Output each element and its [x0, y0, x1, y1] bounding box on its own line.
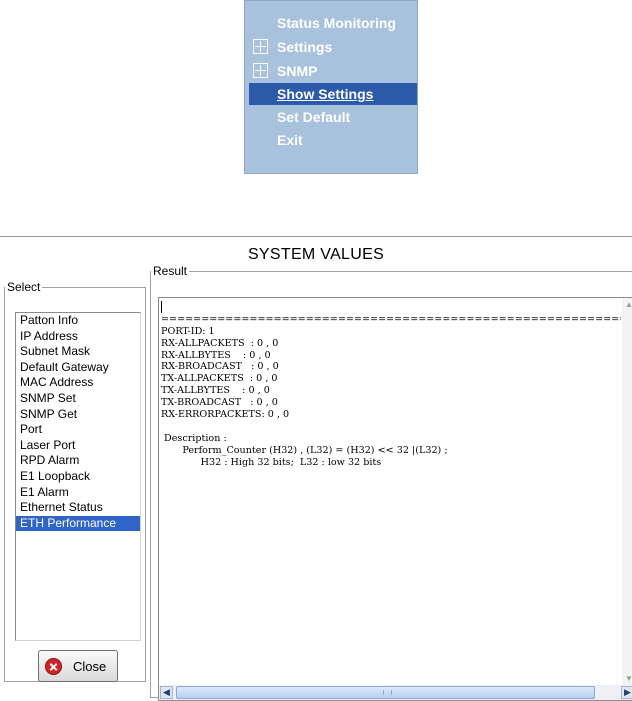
menu-item-exit[interactable]: Exit: [249, 129, 417, 151]
horizontal-scroll-thumb[interactable]: [176, 686, 595, 699]
result-line: TX-ALLBYTES : 0 , 0: [161, 385, 270, 397]
scroll-left-icon[interactable]: ◀: [160, 686, 173, 699]
select-list-item[interactable]: Default Gateway: [16, 360, 140, 376]
menu-item-label: SNMP: [277, 63, 318, 79]
vertical-scrollbar[interactable]: ▲ ▼: [622, 298, 632, 685]
select-list-item[interactable]: Patton Info: [16, 313, 140, 329]
expand-plus-icon[interactable]: [253, 63, 268, 78]
select-list-item[interactable]: RPD Alarm: [16, 453, 140, 469]
select-list-item[interactable]: Ethernet Status: [16, 500, 140, 516]
result-line: RX-ALLPACKETS : 0 , 0: [161, 337, 279, 349]
menu-item-label: Settings: [277, 39, 333, 55]
result-line: RX-ALLBYTES : 0 , 0: [161, 349, 271, 361]
select-list-item[interactable]: Port: [16, 422, 140, 438]
menu-item-show-settings[interactable]: Show Settings: [249, 83, 417, 105]
select-list-item[interactable]: SNMP Set: [16, 391, 140, 407]
result-line: TX-ALLPACKETS : 0 , 0: [161, 373, 278, 385]
menu-item-settings[interactable]: Settings: [249, 36, 417, 58]
select-list-item[interactable]: IP Address: [16, 329, 140, 345]
result-line: [161, 421, 621, 433]
select-list-item[interactable]: ETH Performance: [16, 515, 140, 532]
close-x-icon: [45, 658, 62, 675]
dialog-title: SYSTEM VALUES: [247, 246, 385, 263]
system-values-dialog: SYSTEM VALUES Select Patton Info IP Addre…: [0, 236, 632, 701]
result-line: [161, 302, 621, 314]
scroll-up-icon[interactable]: ▲: [625, 300, 632, 309]
result-line: ========================================…: [161, 313, 621, 325]
result-line: Perform_Counter (H32) , (L32) = (H32) <<…: [161, 444, 448, 456]
result-line: H32 : High 32 bits; L32 : low 32 bits: [161, 456, 382, 468]
menu-item-label: Set Default: [277, 109, 351, 125]
select-list-item[interactable]: Laser Port: [16, 438, 140, 454]
result-textarea[interactable]: ========================================…: [158, 297, 632, 701]
select-group: Select Patton Info IP Address Subnet Mask D…: [4, 280, 146, 682]
result-line: PORT-ID: 1: [161, 325, 215, 337]
menu-item-label: Show Settings: [277, 86, 374, 102]
expand-plus-icon[interactable]: [253, 39, 268, 54]
grip-icon: [382, 690, 392, 695]
main-menu: Status Monitoring Settings SNMP Show Set…: [244, 0, 418, 174]
menu-item-status-monitoring[interactable]: Status Monitoring: [249, 12, 417, 34]
menu-item-label: Exit: [277, 132, 303, 148]
close-button-label: Close: [73, 659, 107, 674]
close-button[interactable]: Close: [38, 650, 118, 682]
select-listbox[interactable]: Patton Info IP Address Subnet Mask Default …: [15, 312, 141, 641]
select-list-item[interactable]: MAC Address: [16, 375, 140, 391]
select-list-item[interactable]: E1 Alarm: [16, 485, 140, 501]
result-line: TX-BROADCAST : 0 , 0: [161, 397, 278, 409]
menu-item-set-default[interactable]: Set Default: [249, 106, 417, 128]
result-line: RX-BROADCAST : 0 , 0: [161, 361, 279, 373]
scroll-right-icon[interactable]: ▶: [621, 686, 632, 699]
result-text: ========================================…: [161, 302, 621, 468]
menu-item-snmp[interactable]: SNMP: [249, 60, 417, 82]
result-legend: Result: [153, 264, 188, 278]
scroll-down-icon[interactable]: ▼: [625, 674, 632, 683]
result-group: Result =================================…: [150, 264, 632, 701]
select-list-item[interactable]: Subnet Mask: [16, 344, 140, 360]
select-list-item[interactable]: SNMP Get: [16, 407, 140, 423]
result-line: RX-ERRORPACKETS: 0 , 0: [161, 409, 290, 421]
select-list-item[interactable]: E1 Loopback: [16, 469, 140, 485]
result-line: Description :: [161, 432, 227, 444]
select-legend: Select: [7, 280, 41, 294]
menu-item-label: Status Monitoring: [277, 15, 396, 31]
